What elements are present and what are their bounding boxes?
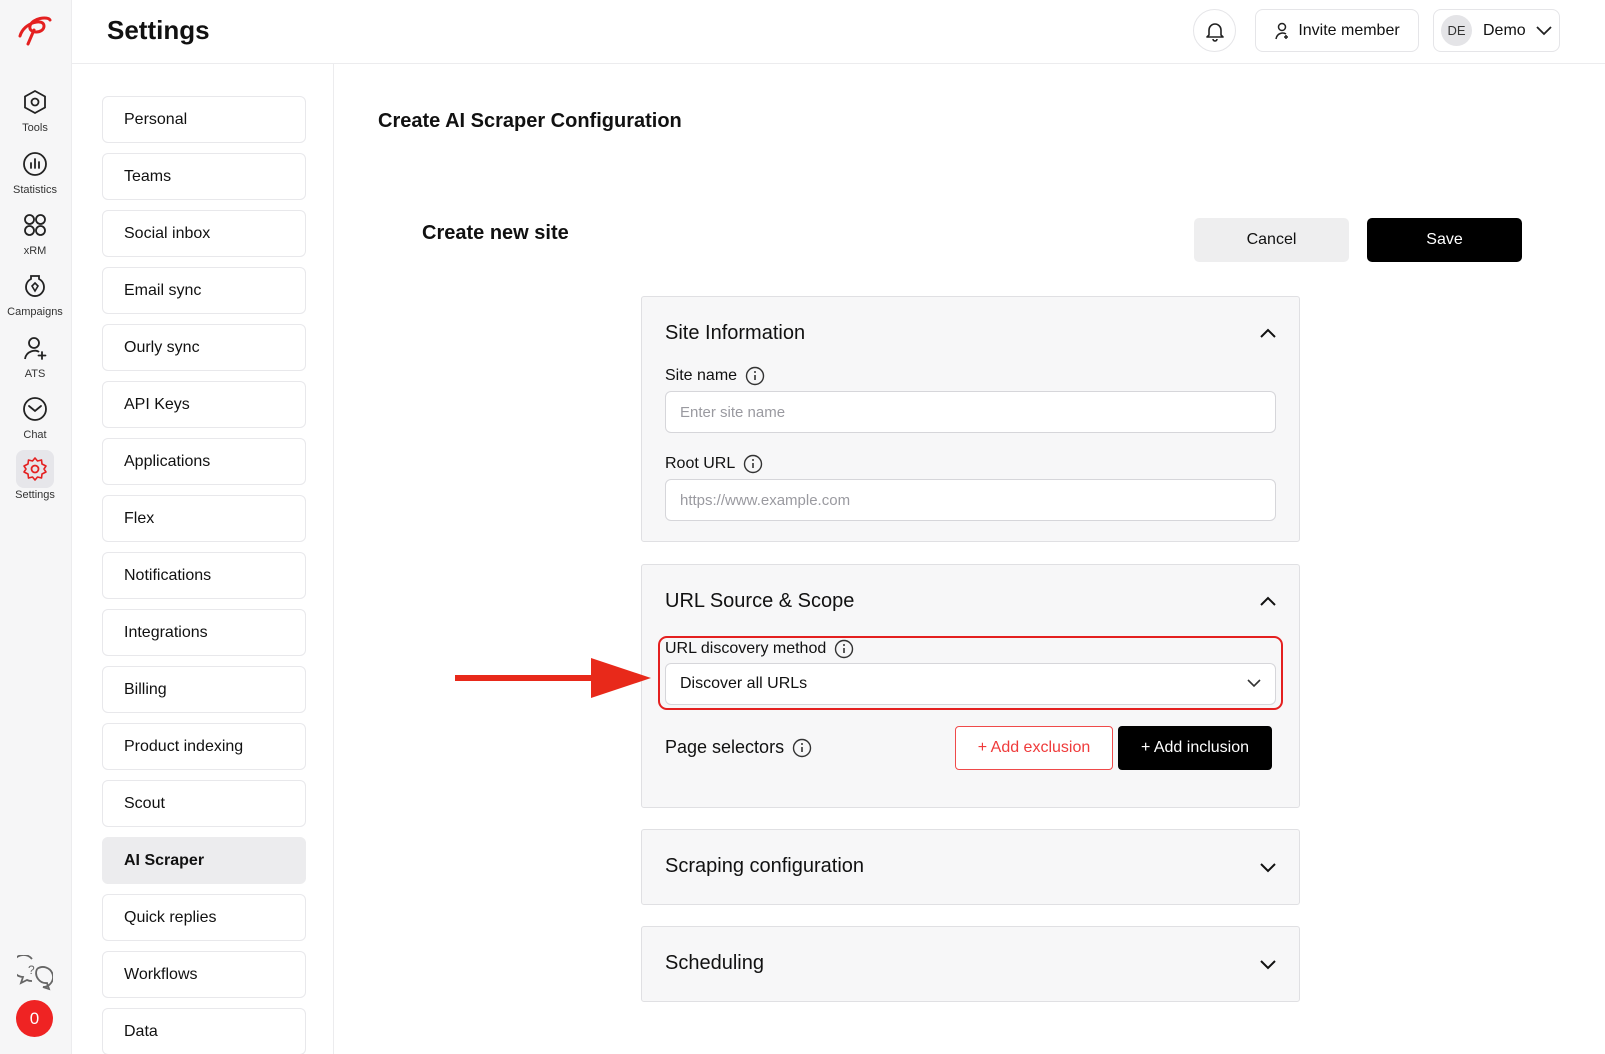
field-label-text: URL discovery method — [665, 640, 827, 657]
root-url-input[interactable] — [665, 479, 1276, 521]
rail-label: Settings — [15, 489, 55, 501]
chevron-down-icon[interactable] — [1259, 959, 1277, 971]
page-title: Settings — [107, 15, 210, 45]
settings-nav-item-applications[interactable]: Applications — [102, 438, 306, 485]
rail-label: xRM — [23, 245, 47, 257]
settings-nav-item-api-keys[interactable]: API Keys — [102, 381, 306, 428]
rail-label: ATS — [24, 368, 46, 380]
add-exclusion-button[interactable]: + Add exclusion — [955, 726, 1113, 770]
rail-item-tools[interactable]: Tools — [0, 83, 70, 137]
scheduling-panel[interactable]: Scheduling — [641, 926, 1300, 1002]
settings-nav-item-notifications[interactable]: Notifications — [102, 552, 306, 599]
settings-nav-item-product-indexing[interactable]: Product indexing — [102, 723, 306, 770]
settings-nav-item-workflows[interactable]: Workflows — [102, 951, 306, 998]
hexagon-icon — [16, 83, 54, 121]
info-icon[interactable] — [743, 454, 763, 474]
avatar: DE — [1441, 15, 1472, 46]
settings-nav: Personal Teams Social inbox Email sync O… — [72, 64, 334, 1054]
campaign-icon — [16, 267, 54, 305]
help-chat-icon[interactable]: ? — [17, 955, 53, 991]
root-url-label: Root URL — [665, 454, 763, 474]
panel-title: Scheduling — [665, 952, 764, 974]
person-icon — [16, 329, 54, 367]
url-source-panel: URL Source & Scope URL discovery method … — [641, 564, 1300, 808]
panel-title: Scraping configuration — [665, 855, 865, 877]
settings-nav-item-quick-replies[interactable]: Quick replies — [102, 894, 306, 941]
invite-member-button[interactable]: Invite member — [1255, 9, 1419, 52]
panel-title: URL Source & Scope — [665, 590, 855, 612]
chevron-up-icon[interactable] — [1259, 327, 1277, 339]
chevron-down-icon — [1536, 25, 1552, 35]
rail-label: Chat — [23, 429, 47, 441]
field-label-text: Page selectors — [665, 737, 785, 757]
settings-nav-item-email-sync[interactable]: Email sync — [102, 267, 306, 314]
chevron-down-icon — [1247, 679, 1261, 688]
url-discovery-label: URL discovery method — [665, 639, 854, 659]
panel-title: Site Information — [665, 322, 806, 344]
settings-nav-item-integrations[interactable]: Integrations — [102, 609, 306, 656]
notification-count-badge[interactable]: 0 — [16, 1000, 53, 1037]
field-label-text: Site name — [665, 367, 738, 384]
section-title: Create AI Scraper Configuration — [378, 110, 682, 132]
brand-logo[interactable] — [14, 14, 54, 48]
main-content: Create AI Scraper Configuration Create n… — [335, 64, 1605, 1054]
settings-nav-item-ourly-sync[interactable]: Ourly sync — [102, 324, 306, 371]
rail-item-settings[interactable]: Settings — [0, 450, 70, 504]
notifications-button[interactable] — [1193, 9, 1236, 52]
top-header: Settings Invite member DE Demo — [72, 0, 1605, 64]
chevron-up-icon[interactable] — [1259, 595, 1277, 607]
add-inclusion-button[interactable]: + Add inclusion — [1118, 726, 1272, 770]
rail-item-chat[interactable]: Chat — [0, 390, 70, 444]
rail-item-campaigns[interactable]: Campaigns — [0, 267, 70, 321]
info-icon[interactable] — [834, 639, 854, 659]
bar-chart-icon — [16, 145, 54, 183]
rail-label: Tools — [22, 122, 48, 134]
rail-label: Statistics — [12, 184, 57, 196]
settings-nav-item-flex[interactable]: Flex — [102, 495, 306, 542]
invite-member-label: Invite member — [1298, 21, 1400, 39]
bell-icon — [1205, 22, 1224, 42]
field-label-text: Root URL — [665, 455, 736, 472]
svg-text:?: ? — [28, 963, 35, 977]
form-subtitle: Create new site — [422, 222, 569, 244]
mail-icon — [16, 390, 54, 428]
save-button[interactable]: Save — [1367, 218, 1522, 262]
site-information-panel: Site Information Site name Root URL — [641, 296, 1300, 542]
app-rail: Tools Statistics xRM Campaigns ATS Chat — [0, 0, 72, 1054]
rail-item-xrm[interactable]: xRM — [0, 206, 70, 260]
user-menu-button[interactable]: DE Demo — [1433, 9, 1560, 52]
settings-nav-item-billing[interactable]: Billing — [102, 666, 306, 713]
settings-nav-item-teams[interactable]: Teams — [102, 153, 306, 200]
page-selectors-label: Page selectors — [665, 737, 812, 758]
site-name-input[interactable] — [665, 391, 1276, 433]
rail-label: Campaigns — [7, 306, 63, 318]
url-discovery-select[interactable]: Discover all URLs — [665, 663, 1276, 705]
settings-nav-item-social-inbox[interactable]: Social inbox — [102, 210, 306, 257]
rail-item-statistics[interactable]: Statistics — [0, 145, 70, 199]
user-name: Demo — [1483, 21, 1526, 39]
info-icon[interactable] — [745, 366, 765, 386]
grid-icon — [16, 206, 54, 244]
settings-nav-item-scout[interactable]: Scout — [102, 780, 306, 827]
select-value: Discover all URLs — [680, 675, 808, 692]
site-name-label: Site name — [665, 366, 765, 386]
info-icon[interactable] — [792, 738, 812, 758]
settings-nav-item-personal[interactable]: Personal — [102, 96, 306, 143]
user-add-icon — [1275, 22, 1289, 39]
annotation-arrow — [455, 658, 651, 698]
settings-nav-item-data[interactable]: Data — [102, 1008, 306, 1054]
scraping-configuration-panel[interactable]: Scraping configuration — [641, 829, 1300, 905]
settings-nav-item-ai-scraper[interactable]: AI Scraper — [102, 837, 306, 884]
rail-item-ats[interactable]: ATS — [0, 329, 70, 383]
cancel-button[interactable]: Cancel — [1194, 218, 1349, 262]
gear-icon — [16, 450, 54, 488]
chevron-down-icon[interactable] — [1259, 862, 1277, 874]
